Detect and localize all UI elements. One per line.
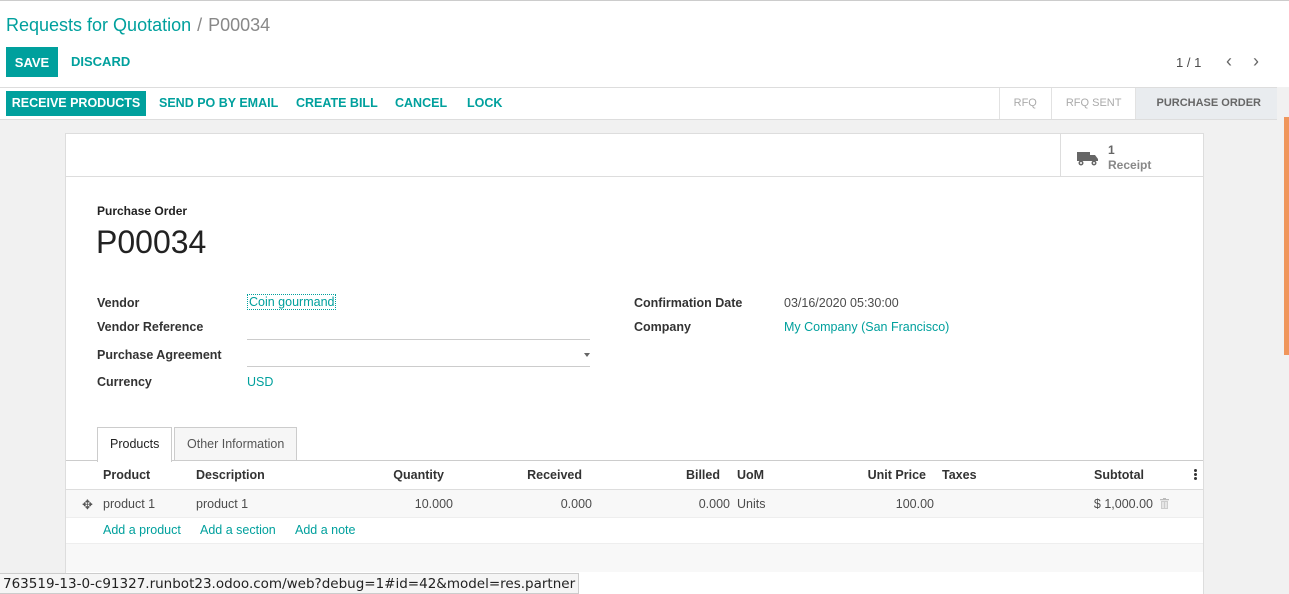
scrollbar-thumb[interactable] — [1284, 117, 1289, 355]
currency-link[interactable]: USD — [247, 375, 273, 389]
document-title: P00034 — [96, 224, 207, 260]
control-panel: Requests for Quotation / P00034 SAVE DISCA… — [0, 0, 1289, 87]
column-subtotal[interactable]: Subtotal — [1056, 468, 1144, 482]
vendor-reference-input[interactable] — [247, 320, 590, 340]
column-unit-price[interactable]: Unit Price — [826, 468, 926, 482]
column-billed[interactable]: Billed — [636, 468, 720, 482]
cancel-button[interactable]: CANCEL — [395, 91, 447, 116]
receive-products-button[interactable]: RECEIVE PRODUCTS — [6, 91, 146, 116]
row-quantity[interactable]: 10.000 — [366, 497, 453, 511]
document-caption: Purchase Order — [97, 204, 188, 218]
vendor-label: Vendor — [97, 296, 140, 310]
row-product[interactable]: product 1 — [103, 497, 155, 511]
pager-previous-icon[interactable]: ‹ — [1226, 51, 1232, 71]
column-description[interactable]: Description — [196, 468, 265, 482]
send-po-by-email-button[interactable]: SEND PO BY EMAIL — [159, 91, 278, 116]
row-unit-price[interactable]: 100.00 — [826, 497, 934, 511]
column-received[interactable]: Received — [486, 468, 582, 482]
tab-other-information[interactable]: Other Information — [174, 427, 298, 461]
breadcrumb-separator: / — [197, 15, 203, 35]
confirmation-date-label: Confirmation Date — [634, 296, 743, 310]
company-link[interactable]: My Company (San Francisco) — [784, 320, 949, 334]
column-taxes[interactable]: Taxes — [942, 468, 977, 482]
add-product-link[interactable]: Add a product — [103, 523, 181, 537]
receipt-label: Receipt — [1108, 158, 1152, 172]
drag-handle-icon[interactable]: ✥ — [82, 497, 93, 513]
optional-columns-icon[interactable] — [1194, 469, 1198, 481]
table-row[interactable]: ✥ product 1 product 1 10.000 0.000 0.000… — [66, 490, 1203, 518]
column-uom[interactable]: UoM — [737, 468, 764, 482]
purchase-agreement-label: Purchase Agreement — [97, 348, 222, 362]
row-subtotal: $ 1,000.00 — [1093, 497, 1153, 511]
order-lines-header: Product Description Quantity Received Bi… — [66, 461, 1203, 490]
company-label: Company — [634, 320, 691, 334]
create-bill-button[interactable]: CREATE BILL — [296, 91, 378, 116]
save-button[interactable]: SAVE — [6, 47, 58, 77]
statusbar: RFQ RFQ SENT PURCHASE ORDER — [998, 88, 1277, 119]
add-note-link[interactable]: Add a note — [295, 523, 355, 537]
discard-button[interactable]: DISCARD — [71, 47, 130, 77]
button-box: 1 Receipt — [66, 134, 1203, 177]
empty-table-row — [66, 544, 1203, 572]
vendor-reference-label: Vendor Reference — [97, 320, 204, 334]
lock-button[interactable]: LOCK — [467, 91, 502, 116]
truck-icon — [1077, 152, 1098, 166]
row-uom[interactable]: Units — [737, 497, 765, 511]
breadcrumb-parent-link[interactable]: Requests for Quotation — [6, 15, 191, 35]
row-received[interactable]: 0.000 — [486, 497, 592, 511]
vendor-field[interactable]: Coin gourmand — [247, 294, 337, 310]
trash-icon[interactable] — [1160, 498, 1169, 509]
row-description[interactable]: product 1 — [196, 497, 248, 511]
add-section-link[interactable]: Add a section — [200, 523, 276, 537]
receipt-count: 1 — [1108, 143, 1115, 157]
status-step-rfq-sent: RFQ SENT — [1050, 88, 1136, 119]
pager-next-icon[interactable]: › — [1253, 51, 1259, 71]
breadcrumb: Requests for Quotation / P00034 — [6, 15, 270, 36]
column-product[interactable]: Product — [103, 468, 150, 482]
caret-down-icon — [584, 353, 590, 357]
confirmation-date-value: 03/16/2020 05:30:00 — [784, 296, 899, 310]
purchase-agreement-select[interactable] — [247, 347, 590, 367]
row-billed[interactable]: 0.000 — [636, 497, 730, 511]
breadcrumb-current: P00034 — [208, 15, 271, 35]
vendor-link[interactable]: Coin gourmand — [247, 294, 337, 310]
status-step-rfq: RFQ — [998, 88, 1051, 119]
status-url-tooltip: 763519-13-0-c91327.runbot23.odoo.com/web… — [0, 573, 580, 594]
receipt-smart-button[interactable]: 1 Receipt — [1060, 134, 1203, 177]
add-line-row: Add a product Add a section Add a note — [66, 518, 1203, 544]
column-quantity[interactable]: Quantity — [366, 468, 444, 482]
form-header: RECEIVE PRODUCTS SEND PO BY EMAIL CREATE… — [0, 87, 1277, 120]
form-sheet: 1 Receipt Purchase Order P00034 Vendor C… — [65, 133, 1204, 594]
status-step-purchase-order: PURCHASE ORDER — [1135, 88, 1277, 119]
pager-counter[interactable]: 1 / 1 — [1176, 55, 1201, 70]
currency-label: Currency — [97, 375, 152, 389]
tab-products[interactable]: Products — [97, 427, 173, 462]
